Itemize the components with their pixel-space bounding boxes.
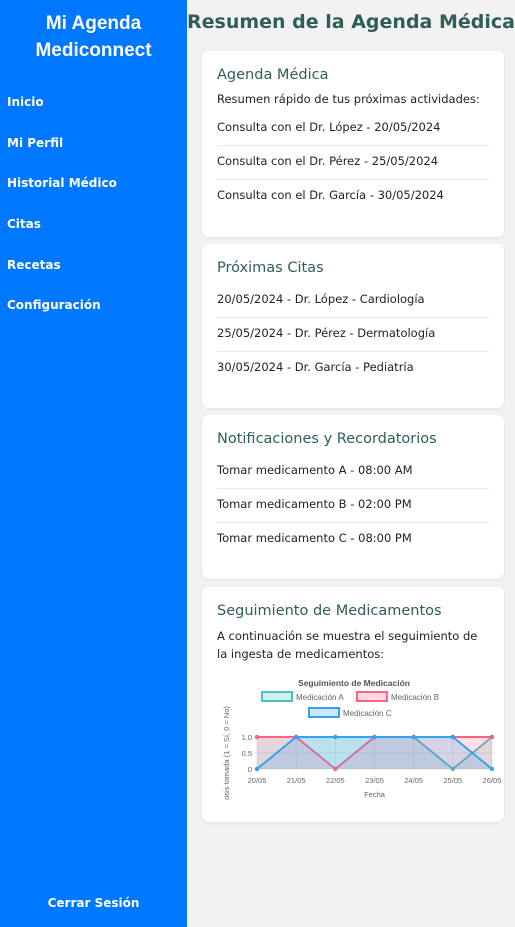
data-point	[450, 734, 456, 740]
data-point	[411, 734, 416, 740]
legend-swatch	[356, 691, 388, 702]
list-item: Consulta con el Dr. López - 20/05/2024	[217, 112, 489, 146]
y-tick-label: 1.0	[242, 733, 252, 742]
notificaciones-title: Notificaciones y Recordatorios	[217, 431, 437, 447]
y-tick-label: 0	[248, 765, 252, 774]
legend-swatch	[308, 707, 340, 718]
data-point	[489, 766, 495, 772]
x-tick-label: 23/05	[365, 776, 384, 785]
data-point	[333, 734, 338, 740]
data-point	[293, 734, 299, 740]
data-point	[489, 734, 495, 740]
agenda-title: Agenda Médica	[217, 67, 329, 83]
list-item: Tomar medicamento B - 02:00 PM	[217, 489, 489, 523]
sidebar-item-recetas[interactable]: Recetas	[0, 245, 187, 286]
y-axis-label: osis tomada (1 = Sí, 0 = No)	[222, 706, 231, 800]
sidebar: Mi Agenda Mediconnect Inicio Mi Perfil H…	[0, 0, 187, 927]
x-tick-label: 25/05	[443, 776, 462, 785]
medication-chart-svg: Seguimiento de Medicación Medicación A Med…	[222, 678, 502, 800]
legend-label: Medicación B	[391, 693, 439, 702]
legend-swatch	[261, 691, 293, 702]
sidebar-nav: Inicio Mi Perfil Historial Médico Citas …	[0, 82, 187, 326]
list-item: 20/05/2024 - Dr. López - Cardiología	[217, 284, 489, 318]
data-point	[372, 734, 377, 740]
list-item: 30/05/2024 - Dr. García - Pediatría	[217, 360, 414, 374]
brand-line-2: Mediconnect	[35, 40, 152, 61]
x-tick-label: 24/05	[404, 776, 423, 785]
medication-chart: Seguimiento de Medicación Medicación A Med…	[217, 675, 507, 815]
main-content: Resumen de la Agenda Médica Agenda Médic…	[187, 0, 515, 822]
list-item: Consulta con el Dr. Pérez - 25/05/2024	[217, 146, 489, 180]
x-axis-label: Fecha	[364, 790, 386, 799]
list-item: Tomar medicamento A - 08:00 AM	[217, 455, 489, 489]
x-tick-label: 26/05	[483, 776, 502, 785]
data-point	[254, 766, 260, 772]
x-tick-label: 21/05	[287, 776, 306, 785]
sidebar-item-citas[interactable]: Citas	[0, 204, 187, 245]
citas-title: Próximas Citas	[217, 260, 324, 276]
notificaciones-card: Notificaciones y Recordatorios Tomar med…	[202, 415, 504, 579]
seguimiento-card: Seguimiento de Medicamentos A continuaci…	[202, 587, 504, 822]
agenda-intro: Resumen rápido de tus próximas actividad…	[217, 92, 480, 106]
brand-title: Mi Agenda Mediconnect	[0, 0, 187, 64]
x-tick-label: 20/05	[248, 776, 267, 785]
sidebar-item-inicio[interactable]: Inicio	[0, 82, 187, 123]
seguimiento-title: Seguimiento de Medicamentos	[217, 603, 442, 619]
data-point	[254, 734, 260, 740]
sidebar-item-configuracion[interactable]: Configuración	[0, 285, 187, 326]
sidebar-item-historial[interactable]: Historial Médico	[0, 163, 187, 204]
y-tick-label: 0.5	[242, 749, 252, 758]
chart-title: Seguimiento de Medicación	[298, 678, 410, 688]
list-item: Tomar medicamento C - 08:00 PM	[217, 531, 412, 545]
brand-line-1: Mi Agenda	[45, 13, 142, 34]
seguimiento-intro: A continuación se muestra el seguimiento…	[217, 629, 478, 661]
agenda-card: Agenda Médica Resumen rápido de tus próx…	[202, 51, 504, 237]
list-item: 25/05/2024 - Dr. Pérez - Dermatología	[217, 318, 489, 352]
page-title: Resumen de la Agenda Médica	[187, 11, 515, 33]
logout-link[interactable]: Cerrar Sesión	[0, 896, 187, 910]
sidebar-item-mi-perfil[interactable]: Mi Perfil	[0, 123, 187, 164]
x-tick-label: 22/05	[326, 776, 345, 785]
legend-label: Medicación A	[296, 693, 344, 702]
legend-label: Medicación C	[343, 709, 392, 718]
series-area	[257, 737, 492, 769]
list-item: Consulta con el Dr. García - 30/05/2024	[217, 188, 444, 202]
citas-card: Próximas Citas 20/05/2024 - Dr. López - …	[202, 244, 504, 408]
